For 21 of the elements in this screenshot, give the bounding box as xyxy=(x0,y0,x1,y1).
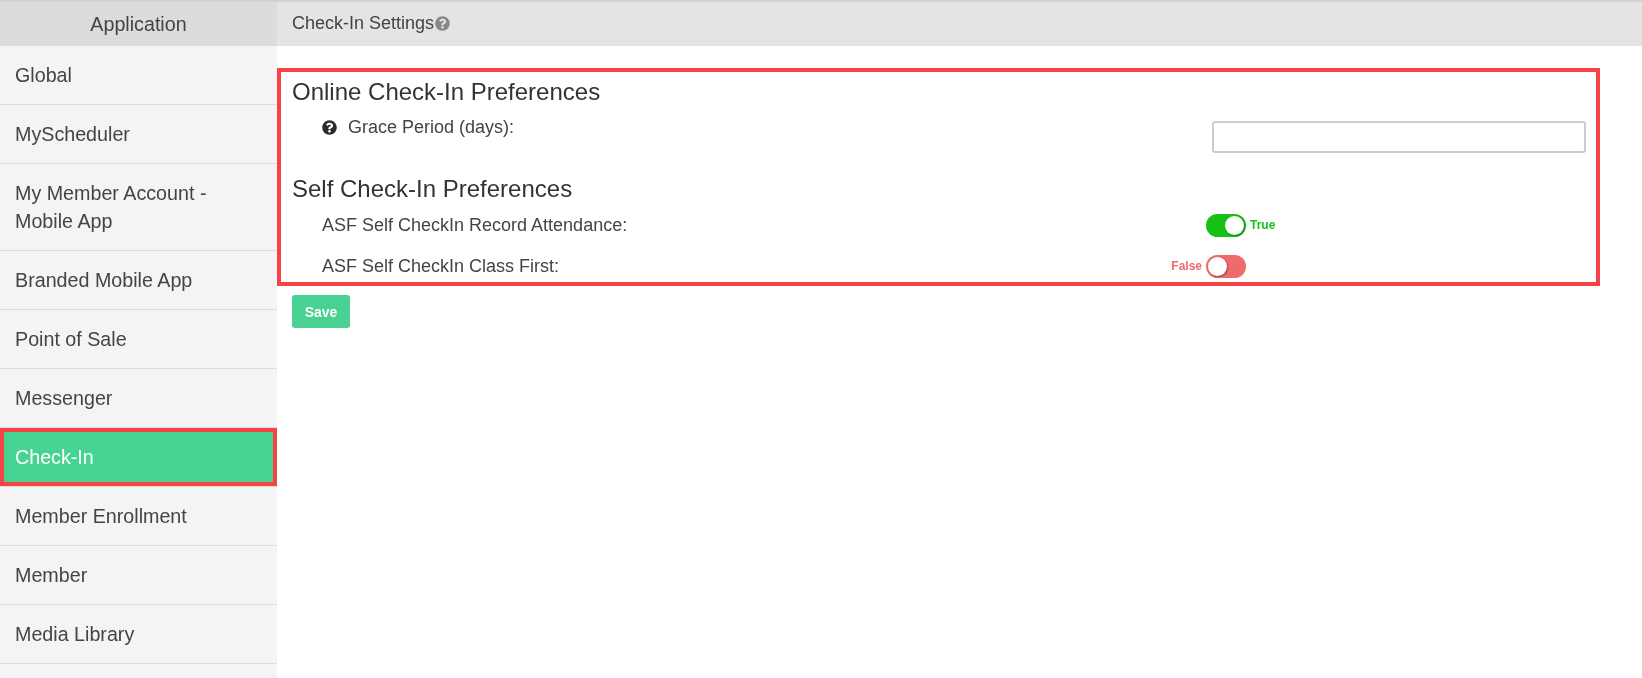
sidebar-item[interactable]: MyScheduler xyxy=(0,105,277,164)
toggle-switch[interactable] xyxy=(1206,213,1246,237)
field-label: ASF Self CheckIn Record Attendance: xyxy=(322,213,628,237)
sidebar-item[interactable]: My Member Account - Mobile App xyxy=(0,164,277,251)
toggle-state-label: False xyxy=(1171,259,1202,273)
input-field[interactable] xyxy=(1212,121,1586,153)
toggle-switch[interactable] xyxy=(1206,254,1246,278)
section-heading: Self Check-In Preferences xyxy=(292,176,574,202)
sidebar-item[interactable]: Branded Mobile App xyxy=(0,251,277,310)
toggle-state-label: True xyxy=(1250,218,1276,232)
section-heading: Online Check-In Preferences xyxy=(292,79,602,105)
sidebar-item[interactable]: Member xyxy=(0,546,277,605)
sidebar-item[interactable]: Global xyxy=(0,46,277,105)
sidebar-item[interactable]: Point of Sale xyxy=(0,310,277,369)
sidebar-item[interactable]: Member Enrollment xyxy=(0,487,277,546)
page-title: Check-In Settings xyxy=(292,12,435,34)
sidebar-item[interactable]: Media Library xyxy=(0,605,277,664)
field-label: ASF Self CheckIn Class First: xyxy=(322,254,560,278)
field-label: Grace Period (days): xyxy=(348,116,515,139)
help-icon[interactable] xyxy=(322,120,337,135)
sidebar-header: Application xyxy=(0,0,277,46)
